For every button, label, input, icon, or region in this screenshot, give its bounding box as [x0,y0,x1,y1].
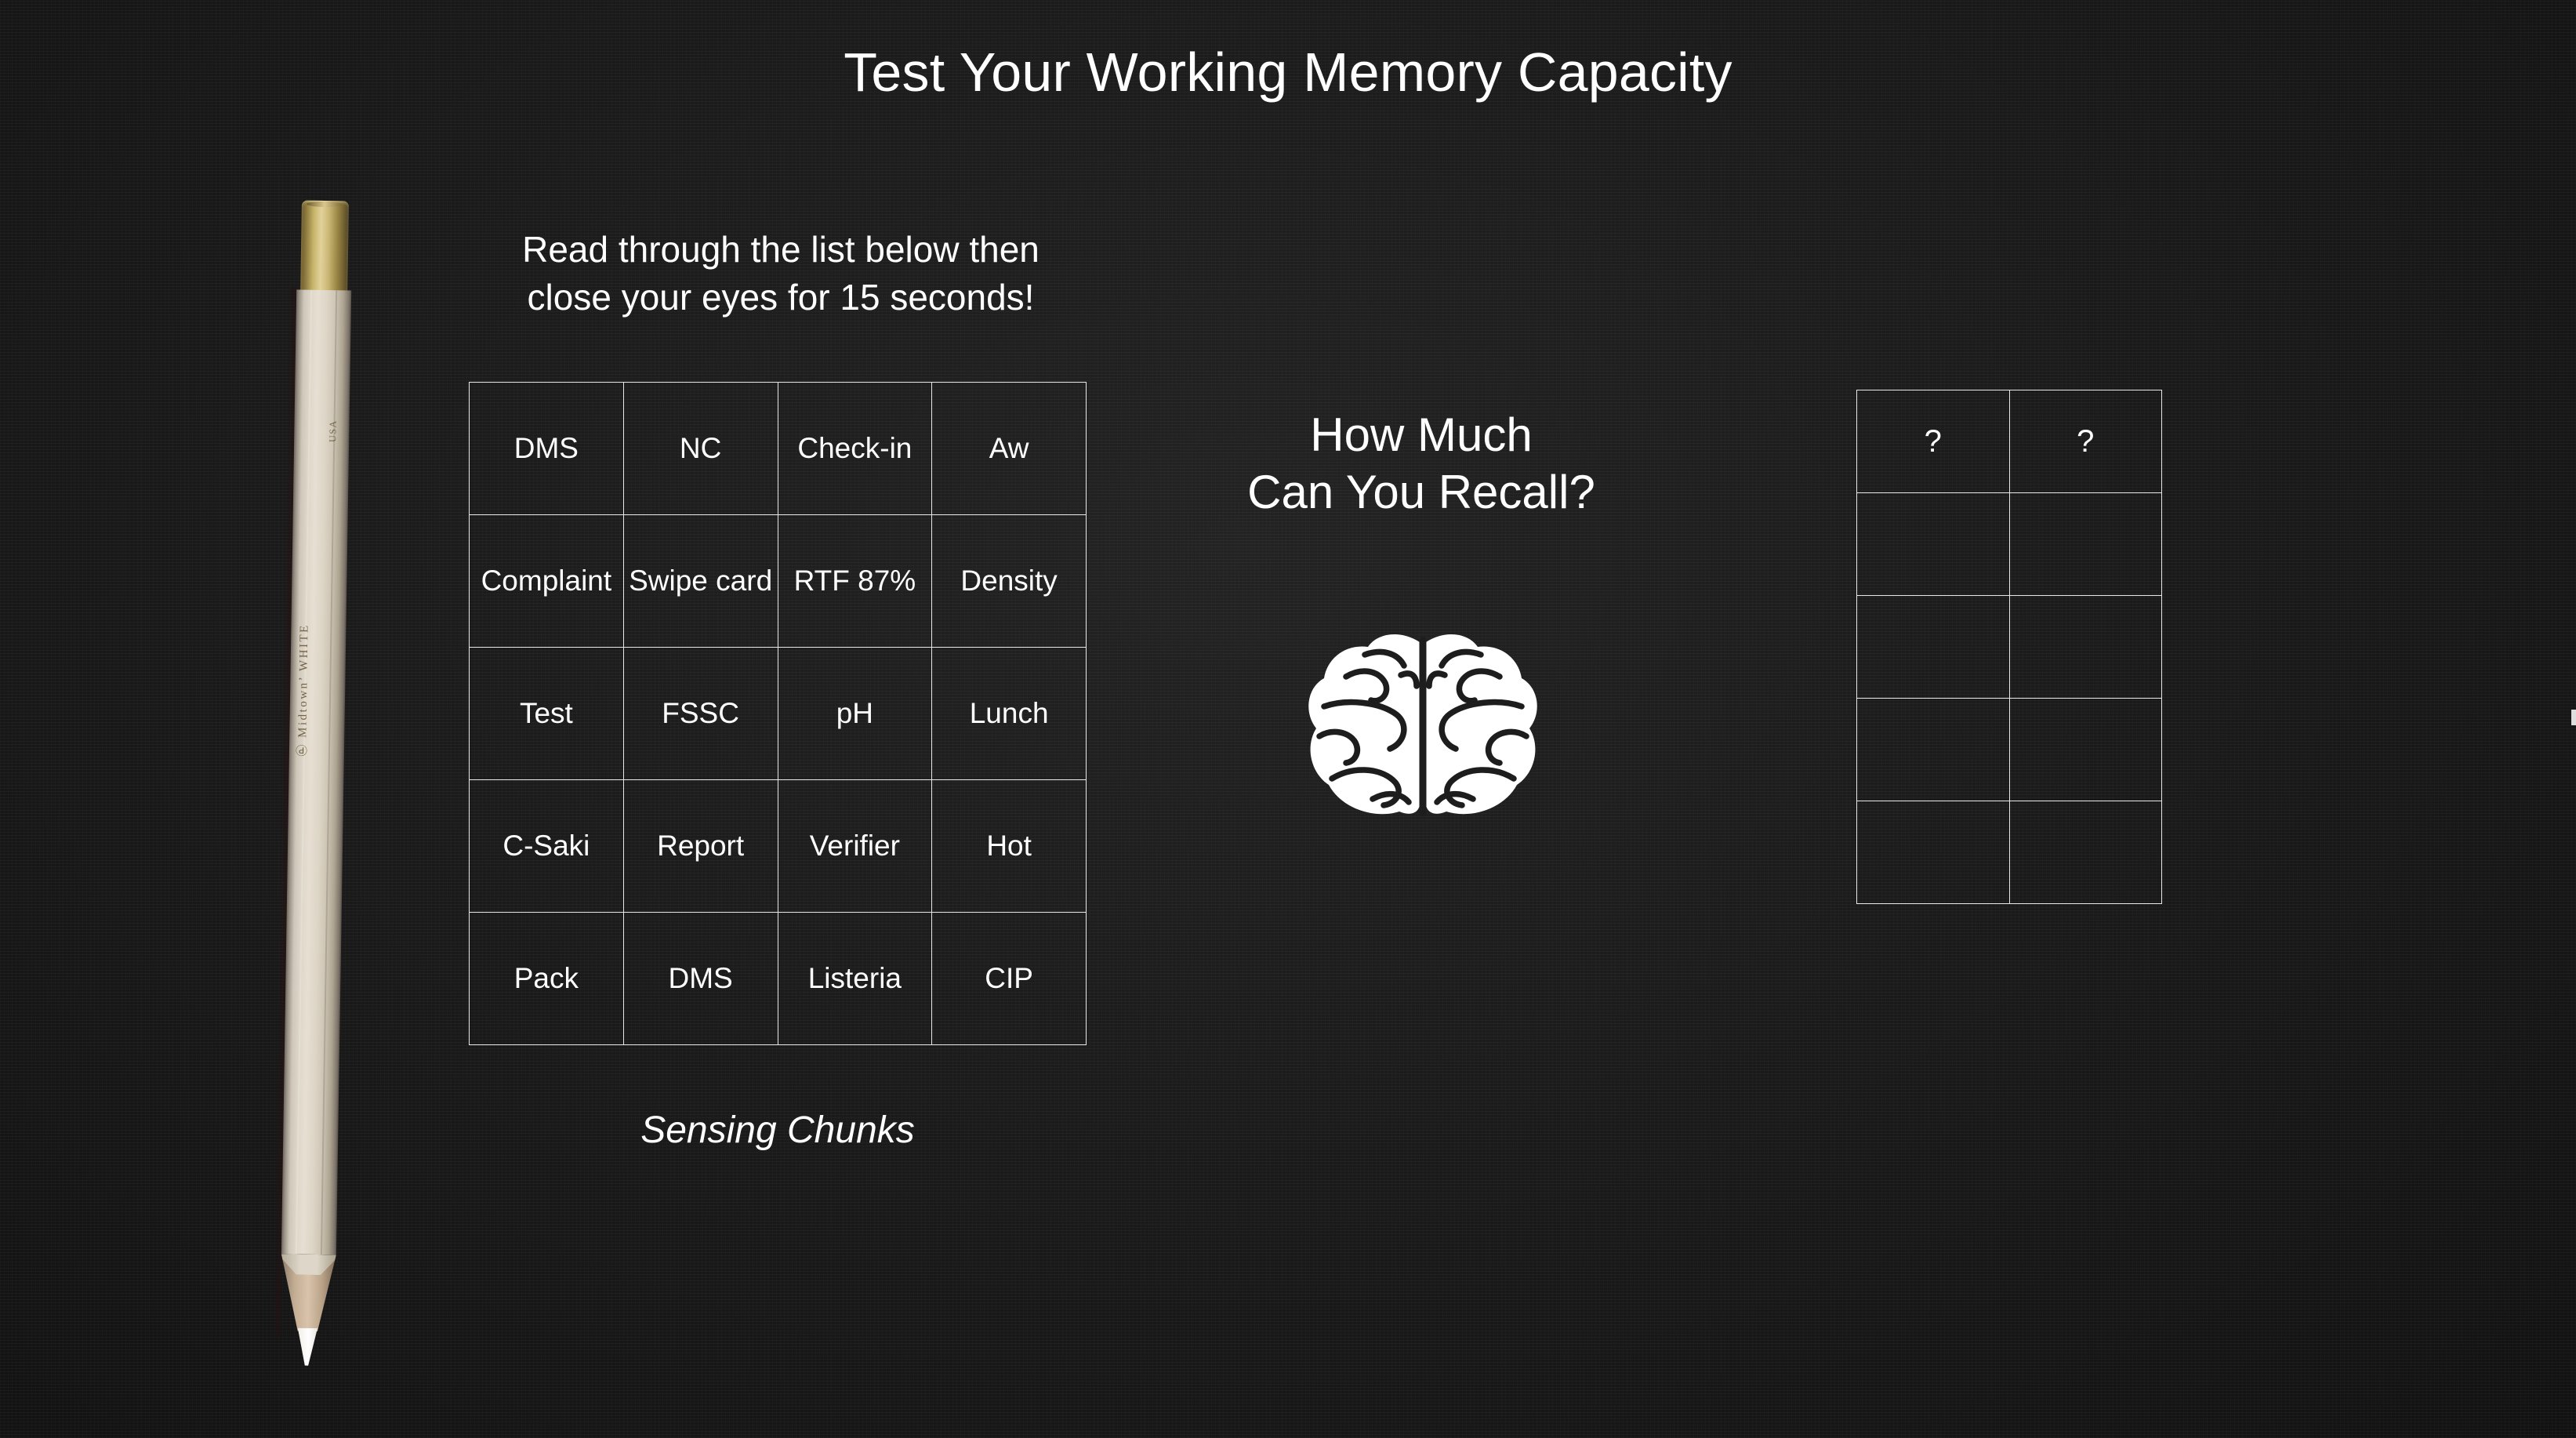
brain-icon [1297,631,1548,819]
table-row: ? ? [1856,390,2162,493]
answer-cell[interactable]: ? [1856,390,2010,493]
pencil-wood-cone [280,1254,336,1331]
table-row [1856,698,2162,801]
answer-cell[interactable] [1856,492,2010,596]
stimulus-cell: pH [777,647,933,780]
stimulus-cell: DMS [622,912,778,1045]
instructions-line-1: Read through the list below then [522,229,1039,270]
stimulus-cell: Listeria [777,912,933,1045]
stimulus-cell: Density [931,514,1087,648]
edge-marker [2571,710,2576,725]
stimulus-cell: FSSC [622,647,778,780]
table-row: DMS NC Check-in Aw [469,382,1087,515]
page-title: Test Your Working Memory Capacity [844,42,1732,103]
pencil-brand-imprint: Ⓟ Midtown’ WHITE [296,623,311,757]
stimulus-cell: Test [469,647,624,780]
answer-cell[interactable] [1856,801,2010,904]
table-row [1856,801,2162,904]
table-row: Test FSSC pH Lunch [469,647,1087,780]
pencil-origin-imprint: USA [327,419,339,443]
recall-prompt-line-2: Can You Recall? [1247,466,1595,519]
table-row [1856,492,2162,596]
recall-prompt-line-1: How Much [1310,409,1533,461]
slide-canvas: Test Your Working Memory Capacity Ⓟ Midt… [0,0,2576,1438]
stimulus-cell: Verifier [777,779,933,913]
recall-answer-table[interactable]: ? ? [1856,390,2162,904]
answer-cell[interactable] [2008,801,2162,904]
stimulus-cell: Complaint [469,514,624,648]
table-row: C-Saki Report Verifier Hot [469,779,1087,913]
pencil-image: Ⓟ Midtown’ WHITE USA [272,200,356,1366]
stimulus-cell: Report [622,779,778,913]
recall-prompt: How Much Can You Recall? [1096,406,1747,521]
stimulus-cell: CIP [931,912,1087,1045]
stimulus-word-table: DMS NC Check-in Aw Complaint Swipe card … [469,382,1087,1045]
stimulus-cell: NC [622,382,778,515]
answer-cell[interactable]: ? [2008,390,2162,493]
table-row: Pack DMS Listeria CIP [469,912,1087,1045]
stimulus-cell: C-Saki [469,779,624,913]
answer-cell[interactable] [1856,698,2010,801]
table-row [1856,595,2162,699]
answer-cell[interactable] [2008,698,2162,801]
stimulus-cell: Check-in [777,382,933,515]
stimulus-cell: Lunch [931,647,1087,780]
instructions-block: Read through the list below then close y… [467,226,1094,321]
answer-cell[interactable] [1856,595,2010,699]
table-row: Complaint Swipe card RTF 87% Density [469,514,1087,648]
answer-cell[interactable] [2008,595,2162,699]
stimulus-cell: Hot [931,779,1087,913]
answer-cell[interactable] [2008,492,2162,596]
pencil-tip [280,1327,336,1366]
stimulus-cell: Swipe card [622,514,778,648]
instructions-line-2: close your eyes for 15 seconds! [527,276,1035,318]
stimulus-cell: Pack [469,912,624,1045]
pencil-ferrule [300,200,349,294]
stimulus-cell: RTF 87% [777,514,933,648]
stimulus-cell: Aw [931,382,1087,515]
stimulus-cell: DMS [469,382,624,515]
stimulus-table-caption: Sensing Chunks [640,1109,915,1151]
